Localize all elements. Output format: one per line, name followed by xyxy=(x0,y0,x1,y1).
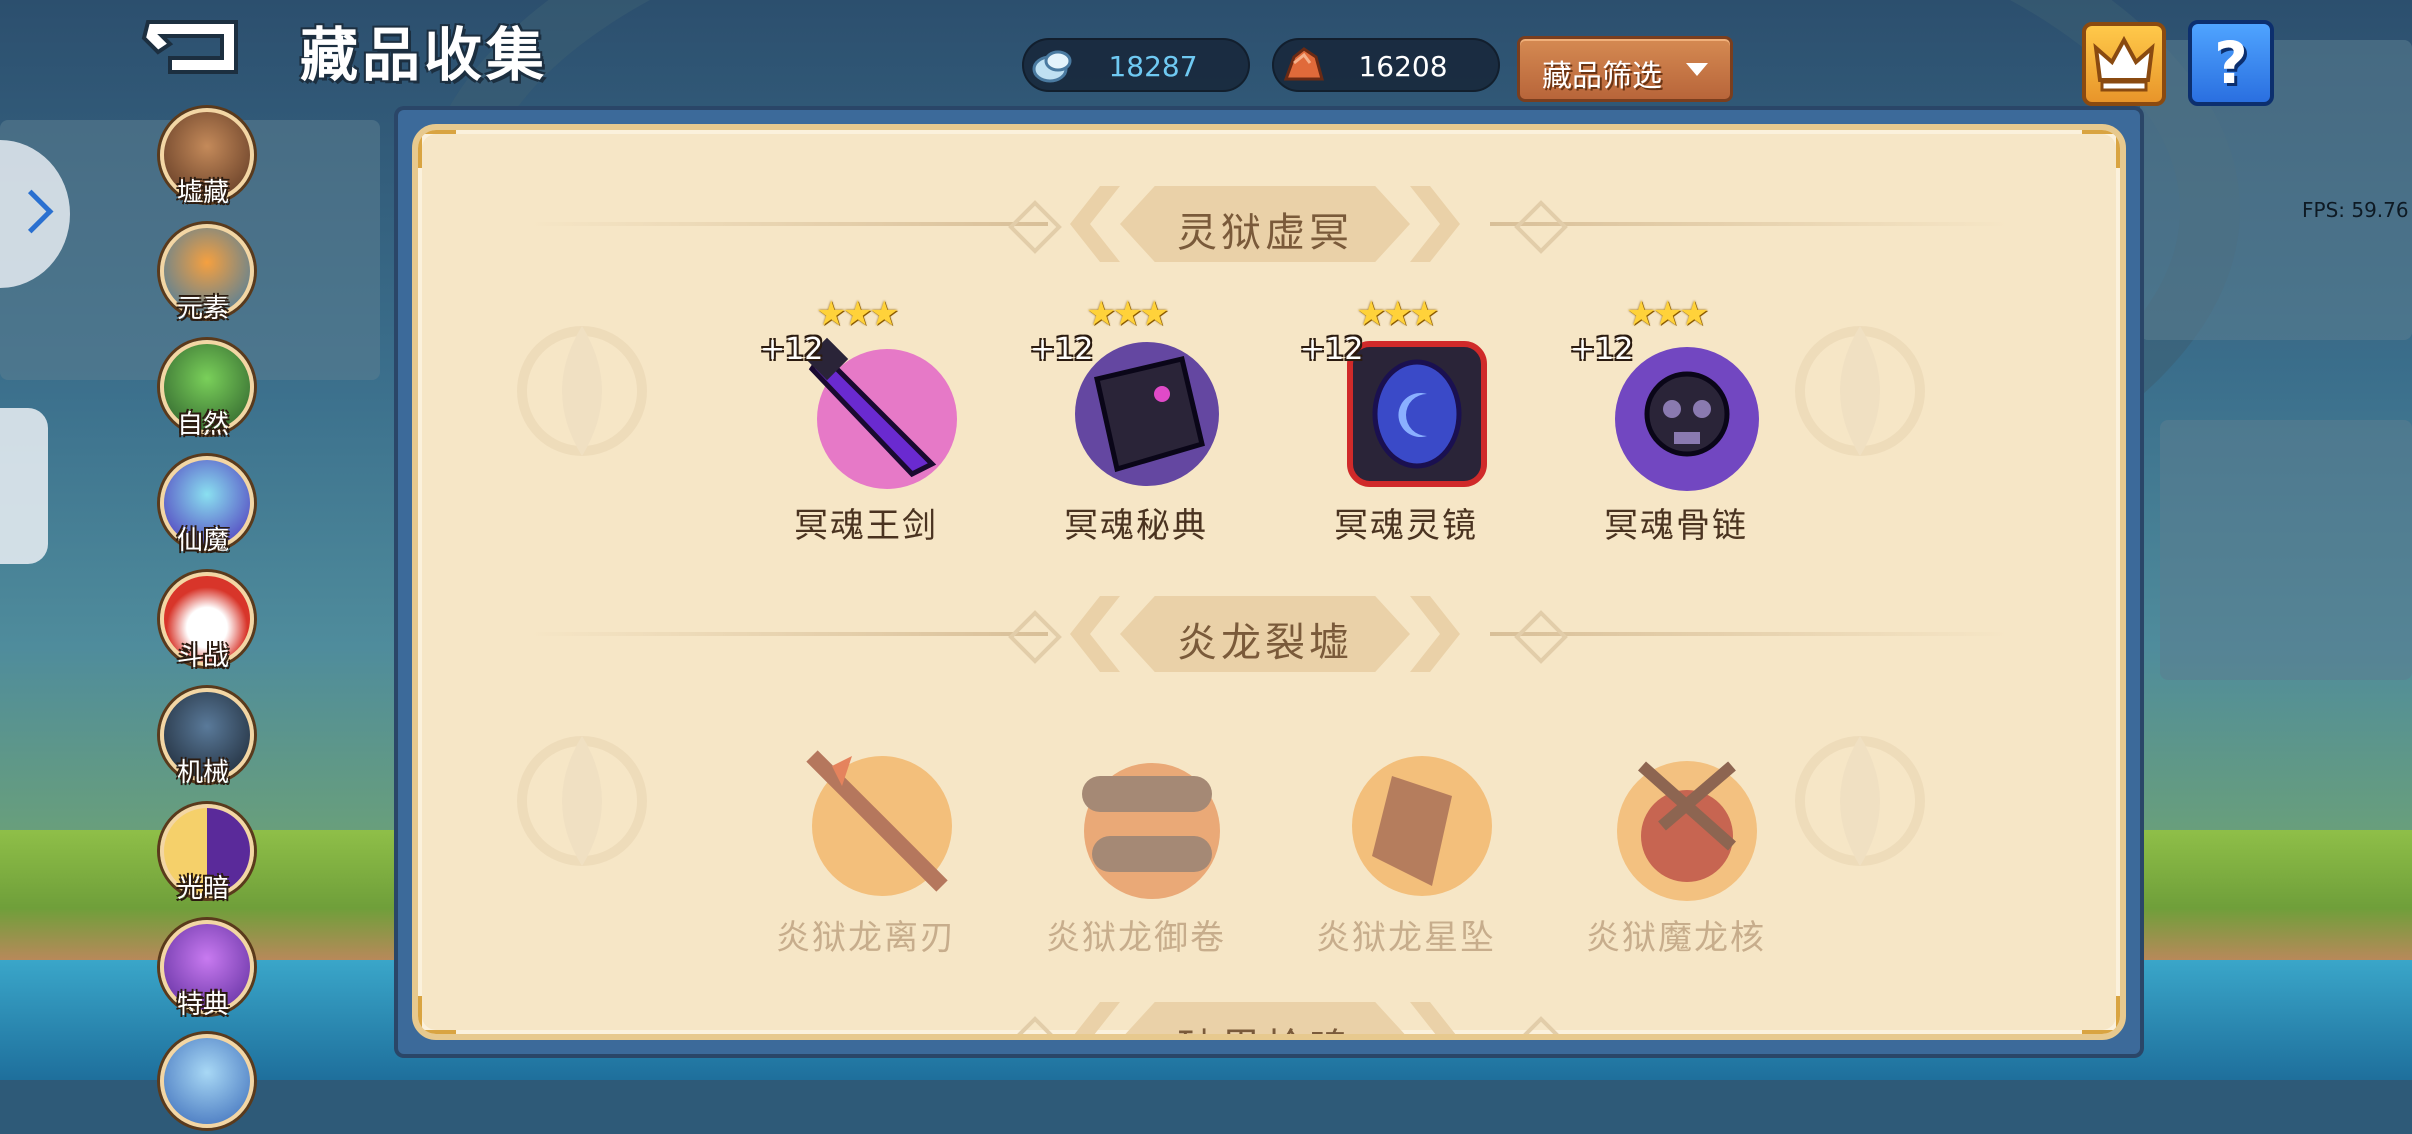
star-rating: ★★★ xyxy=(1086,294,1169,334)
sidebar-item-label: 仙魔 xyxy=(176,526,229,556)
star-rating: ★★★ xyxy=(1626,294,1709,334)
collection-item[interactable]: ★★★ +12 冥魂秘典 xyxy=(1026,294,1246,546)
item-level: +12 xyxy=(1030,332,1094,367)
crown-icon xyxy=(2093,35,2155,92)
sidebar-item-label: 机械 xyxy=(176,758,229,788)
collection-item-locked[interactable]: 炎狱龙离刃 xyxy=(756,726,976,958)
collection-rank-button[interactable] xyxy=(2082,22,2166,106)
section-title: 炎龙裂墟 xyxy=(1177,620,1353,666)
sidebar-item-label: 墟藏 xyxy=(176,178,229,208)
item-name: 炎狱魔龙核 xyxy=(1586,918,1766,958)
filter-label: 藏品筛选 xyxy=(1542,59,1662,94)
item-name: 炎狱龙星坠 xyxy=(1316,918,1496,958)
chevron-down-icon xyxy=(1686,63,1708,76)
more-category-icon xyxy=(160,1034,254,1128)
ore-value: 16208 xyxy=(1358,50,1448,83)
collection-item[interactable]: ★★★ +12 冥魂骨链 xyxy=(1566,294,1786,546)
soul-stone-counter: 18287 xyxy=(1022,38,1250,92)
flame-dragon-scroll-icon xyxy=(1082,763,1220,899)
collection-scroll-area[interactable]: 灵狱虚冥 ★★★ +12 冥魂王剑 ★★★ +12 冥魂秘典 ★★★ +12 冥… xyxy=(412,124,2126,1040)
ornament-right-2 xyxy=(1795,736,1925,866)
sidebar-item-label: 斗战 xyxy=(176,642,229,672)
sidebar-item-nature[interactable]: 自然 xyxy=(156,340,254,440)
collection-item[interactable]: ★★★ +12 冥魂灵镜 xyxy=(1296,294,1516,546)
sidebar-item-label: 特典 xyxy=(176,990,229,1020)
chevron-right-icon xyxy=(9,189,54,234)
item-level: +12 xyxy=(1570,332,1634,367)
question-mark-icon: ? xyxy=(2214,29,2248,97)
sidebar-item-battle[interactable]: 斗战 xyxy=(156,572,254,672)
ore-counter: 16208 xyxy=(1272,38,1500,92)
collection-filter-dropdown[interactable]: 藏品筛选 xyxy=(1517,36,1733,102)
collection-panel: 灵狱虚冥 ★★★ +12 冥魂王剑 ★★★ +12 冥魂秘典 ★★★ +12 冥… xyxy=(398,110,2140,1054)
section-title: 破界枪鸣 xyxy=(1120,1016,1410,1034)
sidebar-item-label: 元素 xyxy=(176,294,229,324)
collection-item-locked[interactable]: 炎狱龙御卷 xyxy=(1026,726,1246,958)
ornament-left-1 xyxy=(517,326,647,456)
section-header: 破界枪鸣 xyxy=(418,998,2120,1034)
sidebar-item-ruins[interactable]: 墟藏 xyxy=(156,108,254,208)
sidebar-item-label: 光暗 xyxy=(176,874,229,904)
item-name: 冥魂秘典 xyxy=(1064,506,1208,546)
flame-dragon-blade-icon xyxy=(806,750,952,896)
section-title: 灵狱虚冥 xyxy=(1177,210,1353,256)
item-name: 炎狱龙御卷 xyxy=(1046,918,1226,958)
sidebar-item-mech[interactable]: 机械 xyxy=(156,688,254,788)
sidebar-item-special[interactable]: 特典 xyxy=(156,920,254,1020)
collection-item-locked[interactable]: 炎狱魔龙核 xyxy=(1566,726,1786,958)
flame-dragon-star-icon xyxy=(1352,756,1492,896)
section-header: 炎龙裂墟 xyxy=(418,592,2120,676)
item-level: +12 xyxy=(760,332,824,367)
collection-item-locked[interactable]: 炎狱龙星坠 xyxy=(1296,726,1516,958)
sidebar-item-more[interactable] xyxy=(156,1034,254,1134)
collection-item[interactable]: ★★★ +12 冥魂王剑 xyxy=(756,294,976,546)
section-header: 灵狱虚冥 xyxy=(418,182,2120,266)
item-level: +12 xyxy=(1300,332,1364,367)
sidebar-item-element[interactable]: 元素 xyxy=(156,224,254,324)
left-edge-tab[interactable] xyxy=(0,408,48,564)
item-name: 冥魂骨链 xyxy=(1604,506,1748,546)
back-arrow-icon xyxy=(141,20,238,74)
flame-demon-dragon-core-icon xyxy=(1617,761,1757,901)
star-rating: ★★★ xyxy=(816,294,899,334)
item-name: 冥魂王剑 xyxy=(794,506,938,546)
soul-stone-value: 18287 xyxy=(1108,50,1198,83)
ornament-right-1 xyxy=(1795,326,1925,456)
back-button[interactable] xyxy=(140,14,250,80)
star-rating: ★★★ xyxy=(1356,294,1439,334)
help-button[interactable]: ? xyxy=(2188,20,2274,106)
ornament-left-2 xyxy=(517,736,647,866)
page-title: 藏品收集 xyxy=(300,21,549,89)
fps-counter: FPS: 59.76 xyxy=(2302,198,2409,222)
sidebar-item-light-dark[interactable]: 光暗 xyxy=(156,804,254,904)
item-name: 炎狱龙离刃 xyxy=(776,918,956,958)
item-name: 冥魂灵镜 xyxy=(1334,506,1478,546)
sidebar-item-label: 自然 xyxy=(176,410,229,440)
sidebar-item-immortal-demon[interactable]: 仙魔 xyxy=(156,456,254,556)
